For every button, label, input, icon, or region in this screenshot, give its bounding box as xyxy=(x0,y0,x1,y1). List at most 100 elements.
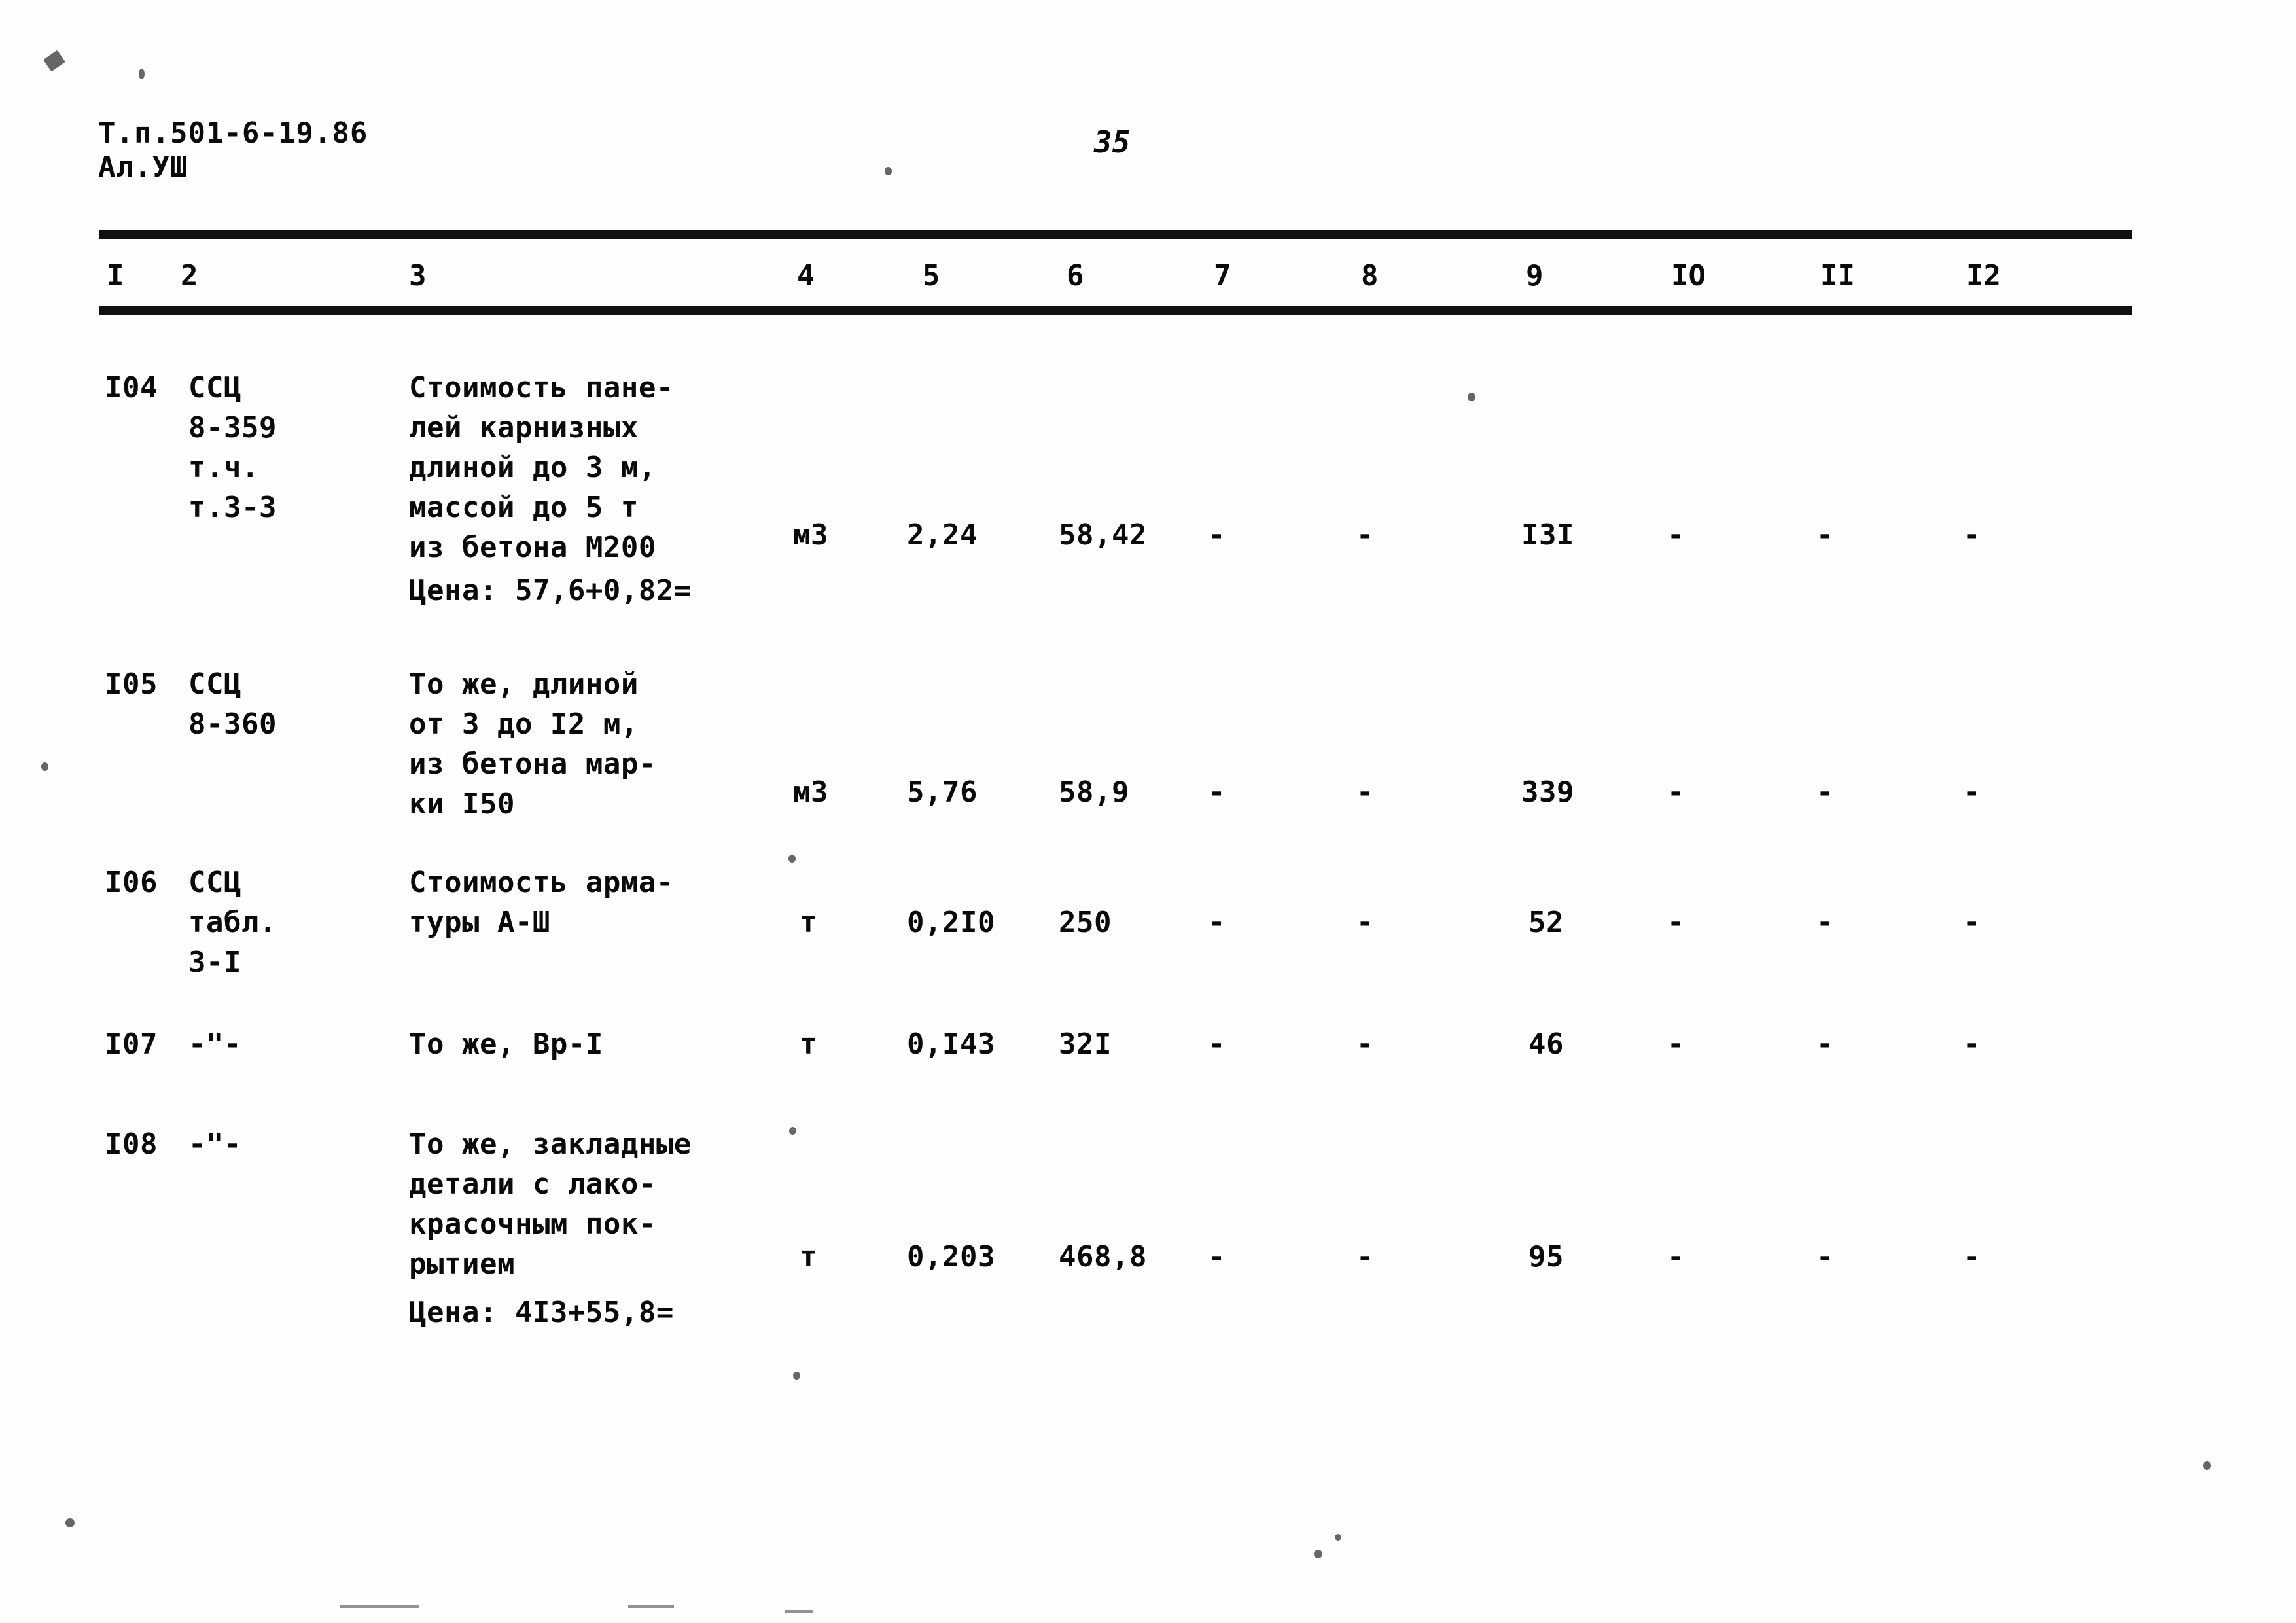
row-total: 46 xyxy=(1528,1027,1564,1061)
row-price: 32I xyxy=(1059,1027,1112,1061)
row-qty: 2,24 xyxy=(907,518,978,552)
row-number: I08 xyxy=(105,1128,158,1161)
scan-speck xyxy=(1335,1534,1341,1541)
row-col11: - xyxy=(1816,518,1834,552)
row-col10: - xyxy=(1667,518,1685,552)
row-price-note: Цена: 57,6+0,82= xyxy=(409,574,692,607)
row-description-line: туры А-Ш xyxy=(409,906,550,939)
column-header-12: I2 xyxy=(1966,259,2001,293)
column-header-8: 8 xyxy=(1361,259,1379,293)
row-col11: - xyxy=(1816,1240,1834,1274)
row-col10: - xyxy=(1667,1240,1685,1274)
row-description-line: То же, длиной xyxy=(409,668,639,701)
row-col10: - xyxy=(1667,776,1685,809)
column-header-2: 2 xyxy=(181,259,198,293)
row-qty: 0,I43 xyxy=(907,1027,995,1061)
row-unit: м3 xyxy=(793,518,828,552)
row-unit: м3 xyxy=(793,776,828,809)
row-description-line: То же, Вр-I xyxy=(409,1027,603,1061)
row-unit: т xyxy=(800,1027,817,1061)
row-col10: - xyxy=(1667,1027,1685,1061)
scan-speck xyxy=(788,855,796,863)
row-col10: - xyxy=(1667,906,1685,939)
row-description-line: Стоимость пане- xyxy=(409,371,674,404)
row-qty: 5,76 xyxy=(907,776,978,809)
scan-speck xyxy=(789,1127,796,1135)
row-ref-line: ССЦ xyxy=(188,866,241,899)
row-description-line: детали с лако- xyxy=(409,1168,656,1201)
scan-speck xyxy=(65,1518,75,1527)
row-ref-line: т.ч. xyxy=(188,451,259,484)
row-col7: - xyxy=(1208,518,1226,552)
row-total: 339 xyxy=(1521,776,1574,809)
row-ref-line: т.3-3 xyxy=(188,491,277,524)
row-col11: - xyxy=(1816,776,1834,809)
row-price-note: Цена: 4I3+55,8= xyxy=(409,1296,674,1329)
document-album: Ал.УШ xyxy=(98,150,188,184)
row-description-line: То же, закладные xyxy=(409,1128,692,1161)
row-col8: - xyxy=(1356,1240,1374,1274)
row-col8: - xyxy=(1356,906,1374,939)
row-description-line: от 3 до I2 м, xyxy=(409,707,639,741)
row-col11: - xyxy=(1816,1027,1834,1061)
row-col7: - xyxy=(1208,776,1226,809)
row-number: I06 xyxy=(105,866,158,899)
scan-speck xyxy=(793,1372,800,1380)
row-description-line: Стоимость арма- xyxy=(409,866,674,899)
table-top-rule xyxy=(99,230,2132,239)
row-ref-line: ССЦ xyxy=(188,668,241,701)
scan-edge-mark xyxy=(340,1605,419,1608)
row-total: 52 xyxy=(1528,906,1564,939)
row-description-line: массой до 5 т xyxy=(409,491,639,524)
scan-speck xyxy=(139,69,145,79)
row-number: I07 xyxy=(105,1027,158,1061)
column-header-7: 7 xyxy=(1214,259,1231,293)
row-qty: 0,203 xyxy=(907,1240,995,1274)
row-description-line: из бетона мар- xyxy=(409,747,656,781)
row-ref-line: -"- xyxy=(188,1128,241,1161)
scan-speck xyxy=(43,50,65,72)
scan-edge-mark xyxy=(785,1610,813,1613)
row-col7: - xyxy=(1208,1027,1226,1061)
row-price: 250 xyxy=(1059,906,1112,939)
scanned-page: Т.п.501-6-19.86 Ал.УШ 35 I 2 3 4 5 6 7 8… xyxy=(0,0,2296,1623)
column-header-4: 4 xyxy=(797,259,815,293)
column-header-5: 5 xyxy=(923,259,940,293)
scan-speck xyxy=(1468,393,1475,401)
column-header-1: I xyxy=(107,259,124,293)
scan-speck xyxy=(2203,1461,2211,1470)
table-bottom-rule xyxy=(99,306,2132,315)
row-description-line: длиной до 3 м, xyxy=(409,451,656,484)
row-unit: т xyxy=(800,1240,817,1274)
row-price: 468,8 xyxy=(1059,1240,1147,1274)
row-ref-line: -"- xyxy=(188,1027,241,1061)
row-col12: - xyxy=(1963,1027,1981,1061)
row-unit: т xyxy=(800,906,817,939)
row-qty: 0,2I0 xyxy=(907,906,995,939)
column-header-11: II xyxy=(1820,259,1855,293)
column-header-10: IO xyxy=(1671,259,1706,293)
row-description-line: ки I50 xyxy=(409,787,515,821)
column-header-9: 9 xyxy=(1526,259,1544,293)
row-col8: - xyxy=(1356,776,1374,809)
row-col7: - xyxy=(1208,1240,1226,1274)
row-number: I05 xyxy=(105,668,158,701)
scan-edge-mark xyxy=(628,1605,674,1608)
scan-speck xyxy=(41,762,48,771)
document-code: Т.п.501-6-19.86 xyxy=(98,116,368,150)
row-ref-line: ССЦ xyxy=(188,371,241,404)
row-description-line: красочным пок- xyxy=(409,1207,656,1241)
row-price: 58,9 xyxy=(1059,776,1129,809)
column-header-3: 3 xyxy=(409,259,427,293)
row-price: 58,42 xyxy=(1059,518,1147,552)
row-col8: - xyxy=(1356,518,1374,552)
row-col11: - xyxy=(1816,906,1834,939)
row-total: I3I xyxy=(1521,518,1574,552)
row-ref-line: 3-I xyxy=(188,946,241,979)
row-total: 95 xyxy=(1528,1240,1564,1274)
row-description-line: лей карнизных xyxy=(409,411,639,444)
scan-speck xyxy=(1314,1550,1322,1558)
row-ref-line: 8-360 xyxy=(188,707,277,741)
column-header-6: 6 xyxy=(1067,259,1084,293)
row-col12: - xyxy=(1963,906,1981,939)
